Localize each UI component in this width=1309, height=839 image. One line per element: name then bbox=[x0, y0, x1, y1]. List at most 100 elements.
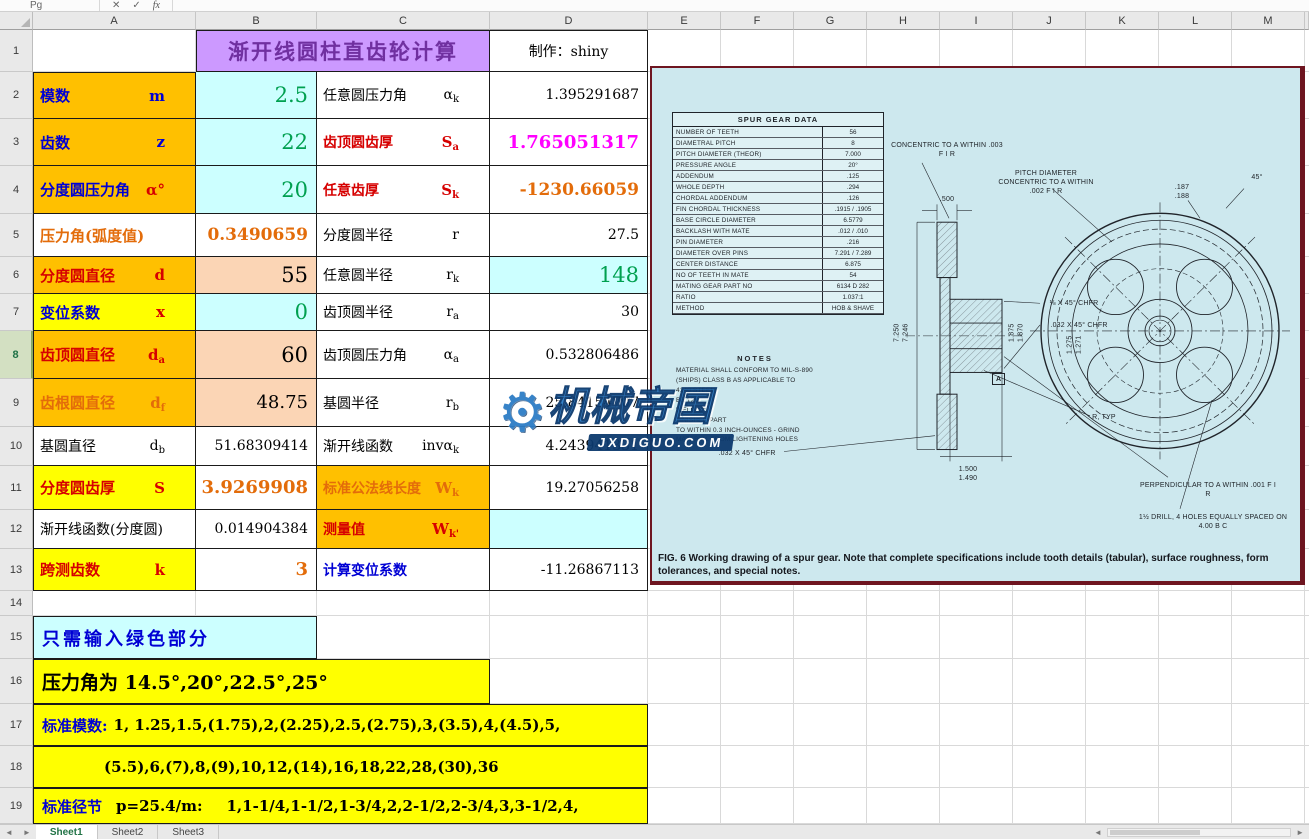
col-header-B[interactable]: B bbox=[196, 12, 317, 30]
row-header-10[interactable]: 10 bbox=[0, 427, 33, 466]
fx-icon[interactable]: fx bbox=[153, 0, 160, 11]
tab-nav-right-icon[interactable]: ► bbox=[18, 825, 36, 839]
row-header-7[interactable]: 7 bbox=[0, 294, 33, 331]
tab-sheet3[interactable]: Sheet3 bbox=[158, 825, 220, 839]
row-header-2[interactable]: 2 bbox=[0, 72, 33, 119]
cell-d16[interactable] bbox=[490, 659, 648, 704]
cell-b7[interactable]: 0 bbox=[196, 294, 317, 331]
row-header-11[interactable]: 11 bbox=[0, 466, 33, 510]
cell-a2[interactable]: 模数 m bbox=[33, 72, 196, 119]
cell-c9[interactable]: 基圆半径 rb bbox=[317, 379, 490, 427]
cell-a3[interactable]: 齿数 z bbox=[33, 119, 196, 166]
col-header-I[interactable]: I bbox=[940, 12, 1013, 30]
cell-c2[interactable]: 任意圆压力角 αk bbox=[317, 72, 490, 119]
scrollbar-thumb[interactable] bbox=[1109, 829, 1200, 835]
empty-cells[interactable] bbox=[648, 659, 1309, 704]
cell-c10[interactable]: 渐开线函数 invα k bbox=[317, 427, 490, 466]
cell-b5[interactable]: 0.3490659 bbox=[196, 214, 317, 257]
cell-d14[interactable] bbox=[490, 591, 648, 616]
row-header-1[interactable]: 1 bbox=[0, 30, 33, 72]
col-header-M[interactable]: M bbox=[1232, 12, 1305, 30]
cell-c12[interactable]: 测量值 Wk' bbox=[317, 510, 490, 549]
cell-b10[interactable]: 51.68309414 bbox=[196, 427, 317, 466]
cell-c5[interactable]: 分度圆半径 r bbox=[317, 214, 490, 257]
col-header-C[interactable]: C bbox=[317, 12, 490, 30]
row-header-6[interactable]: 6 bbox=[0, 257, 33, 294]
row-header-17[interactable]: 17 bbox=[0, 704, 33, 746]
cell-d15[interactable] bbox=[490, 616, 648, 659]
cell-a10[interactable]: 基圆直径 db bbox=[33, 427, 196, 466]
cell-c14[interactable] bbox=[317, 591, 490, 616]
col-header-F[interactable]: F bbox=[721, 12, 794, 30]
scroll-left-icon[interactable]: ◄ bbox=[1089, 828, 1107, 837]
pressure-angle-note[interactable]: 压力角为 14.5°,20°,22.5°,25° bbox=[33, 659, 490, 704]
row-header-13[interactable]: 13 bbox=[0, 549, 33, 591]
empty-cells[interactable] bbox=[648, 591, 1309, 616]
spur-gear-figure[interactable]: SPUR GEAR DATA NUMBER OF TEETH 56 DIAMET… bbox=[650, 66, 1305, 585]
cell-c4[interactable]: 任意齿厚 Sk bbox=[317, 166, 490, 214]
confirm-icon[interactable]: ✓ bbox=[132, 0, 140, 11]
row-header-12[interactable]: 12 bbox=[0, 510, 33, 549]
empty-cells[interactable] bbox=[648, 788, 1309, 824]
hint-green-input[interactable]: 只需输入绿色部分 bbox=[33, 616, 317, 659]
scroll-right-icon[interactable]: ► bbox=[1291, 828, 1309, 837]
cell-b4[interactable]: 20 bbox=[196, 166, 317, 214]
cell-d5[interactable]: 27.5 bbox=[490, 214, 648, 257]
diametral-pitch-note[interactable]: 标准径节 p=25.4/m: 1,1-1/4,1-1/2,1-3/4,2,2-1… bbox=[33, 788, 648, 824]
cell-a5[interactable]: 压力角(弧度值) bbox=[33, 214, 196, 257]
cell-b6[interactable]: 55 bbox=[196, 257, 317, 294]
cell-a6[interactable]: 分度圆直径 d bbox=[33, 257, 196, 294]
empty-cells[interactable] bbox=[648, 616, 1309, 659]
scrollbar-track[interactable] bbox=[1106, 827, 1292, 837]
col-header-G[interactable]: G bbox=[794, 12, 867, 30]
cell-c3[interactable]: 齿顶圆齿厚 Sa bbox=[317, 119, 490, 166]
cell-d11[interactable]: 19.27056258 bbox=[490, 466, 648, 510]
col-header-D[interactable]: D bbox=[490, 12, 648, 30]
col-header-A[interactable]: A bbox=[33, 12, 196, 30]
cell-b2[interactable]: 2.5 bbox=[196, 72, 317, 119]
standard-modules-note-2[interactable]: (5.5),6,(7),8,(9),10,12,(14),16,18,22,28… bbox=[33, 746, 648, 788]
col-header-H[interactable]: H bbox=[867, 12, 940, 30]
cell-b14[interactable] bbox=[196, 591, 317, 616]
col-header-E[interactable]: E bbox=[648, 12, 721, 30]
cell-a8[interactable]: 齿顶圆直径 da bbox=[33, 331, 196, 379]
cell-a9[interactable]: 齿根圆直径 df bbox=[33, 379, 196, 427]
cell-d13[interactable]: -11.26867113 bbox=[490, 549, 648, 591]
cell-c13[interactable]: 计算变位系数 bbox=[317, 549, 490, 591]
cell-d6[interactable]: 148 bbox=[490, 257, 648, 294]
cell-a11[interactable]: 分度圆齿厚 S bbox=[33, 466, 196, 510]
col-header-K[interactable]: K bbox=[1086, 12, 1159, 30]
cell-d4[interactable]: -1230.66059 bbox=[490, 166, 648, 214]
row-header-9[interactable]: 9 bbox=[0, 379, 33, 427]
cell-d8[interactable]: 0.532806486 bbox=[490, 331, 648, 379]
cell-c8[interactable]: 齿顶圆压力角 αa bbox=[317, 331, 490, 379]
cell-c6[interactable]: 任意圆半径 rk bbox=[317, 257, 490, 294]
cell-b9[interactable]: 48.75 bbox=[196, 379, 317, 427]
cell-c15[interactable] bbox=[317, 616, 490, 659]
maker-cell[interactable]: 制作：shiny bbox=[490, 30, 648, 72]
cell-b8[interactable]: 60 bbox=[196, 331, 317, 379]
row-header-14[interactable]: 14 bbox=[0, 591, 33, 616]
cell-a12[interactable]: 渐开线函数(分度圆) bbox=[33, 510, 196, 549]
row-header-8-selected[interactable]: 8 bbox=[0, 331, 33, 379]
cell-b13[interactable]: 3 bbox=[196, 549, 317, 591]
cell-c11[interactable]: 标准公法线长度 Wk bbox=[317, 466, 490, 510]
standard-modules-note[interactable]: 标准模数: 1, 1.25,1.5,(1.75),2,(2.25),2.5,(2… bbox=[33, 704, 648, 746]
tab-sheet2[interactable]: Sheet2 bbox=[98, 825, 159, 839]
cell-b12[interactable]: 0.014904384 bbox=[196, 510, 317, 549]
col-header-L[interactable]: L bbox=[1159, 12, 1232, 30]
empty-cells[interactable] bbox=[648, 704, 1309, 746]
cell-a14[interactable] bbox=[33, 591, 196, 616]
cell-a7[interactable]: 变位系数 x bbox=[33, 294, 196, 331]
cell-c7[interactable]: 齿顶圆半径 ra bbox=[317, 294, 490, 331]
cell-d7[interactable]: 30 bbox=[490, 294, 648, 331]
cell-d12[interactable] bbox=[490, 510, 648, 549]
cell-a13[interactable]: 跨测齿数 k bbox=[33, 549, 196, 591]
col-header-J[interactable]: J bbox=[1013, 12, 1086, 30]
cell-b11[interactable]: 3.9269908 bbox=[196, 466, 317, 510]
name-box[interactable]: Pg bbox=[0, 0, 100, 11]
row-header-3[interactable]: 3 bbox=[0, 119, 33, 166]
cell-a4[interactable]: 分度圆压力角 α° bbox=[33, 166, 196, 214]
row-header-19[interactable]: 19 bbox=[0, 788, 33, 824]
tab-sheet1[interactable]: Sheet1 bbox=[35, 825, 98, 839]
